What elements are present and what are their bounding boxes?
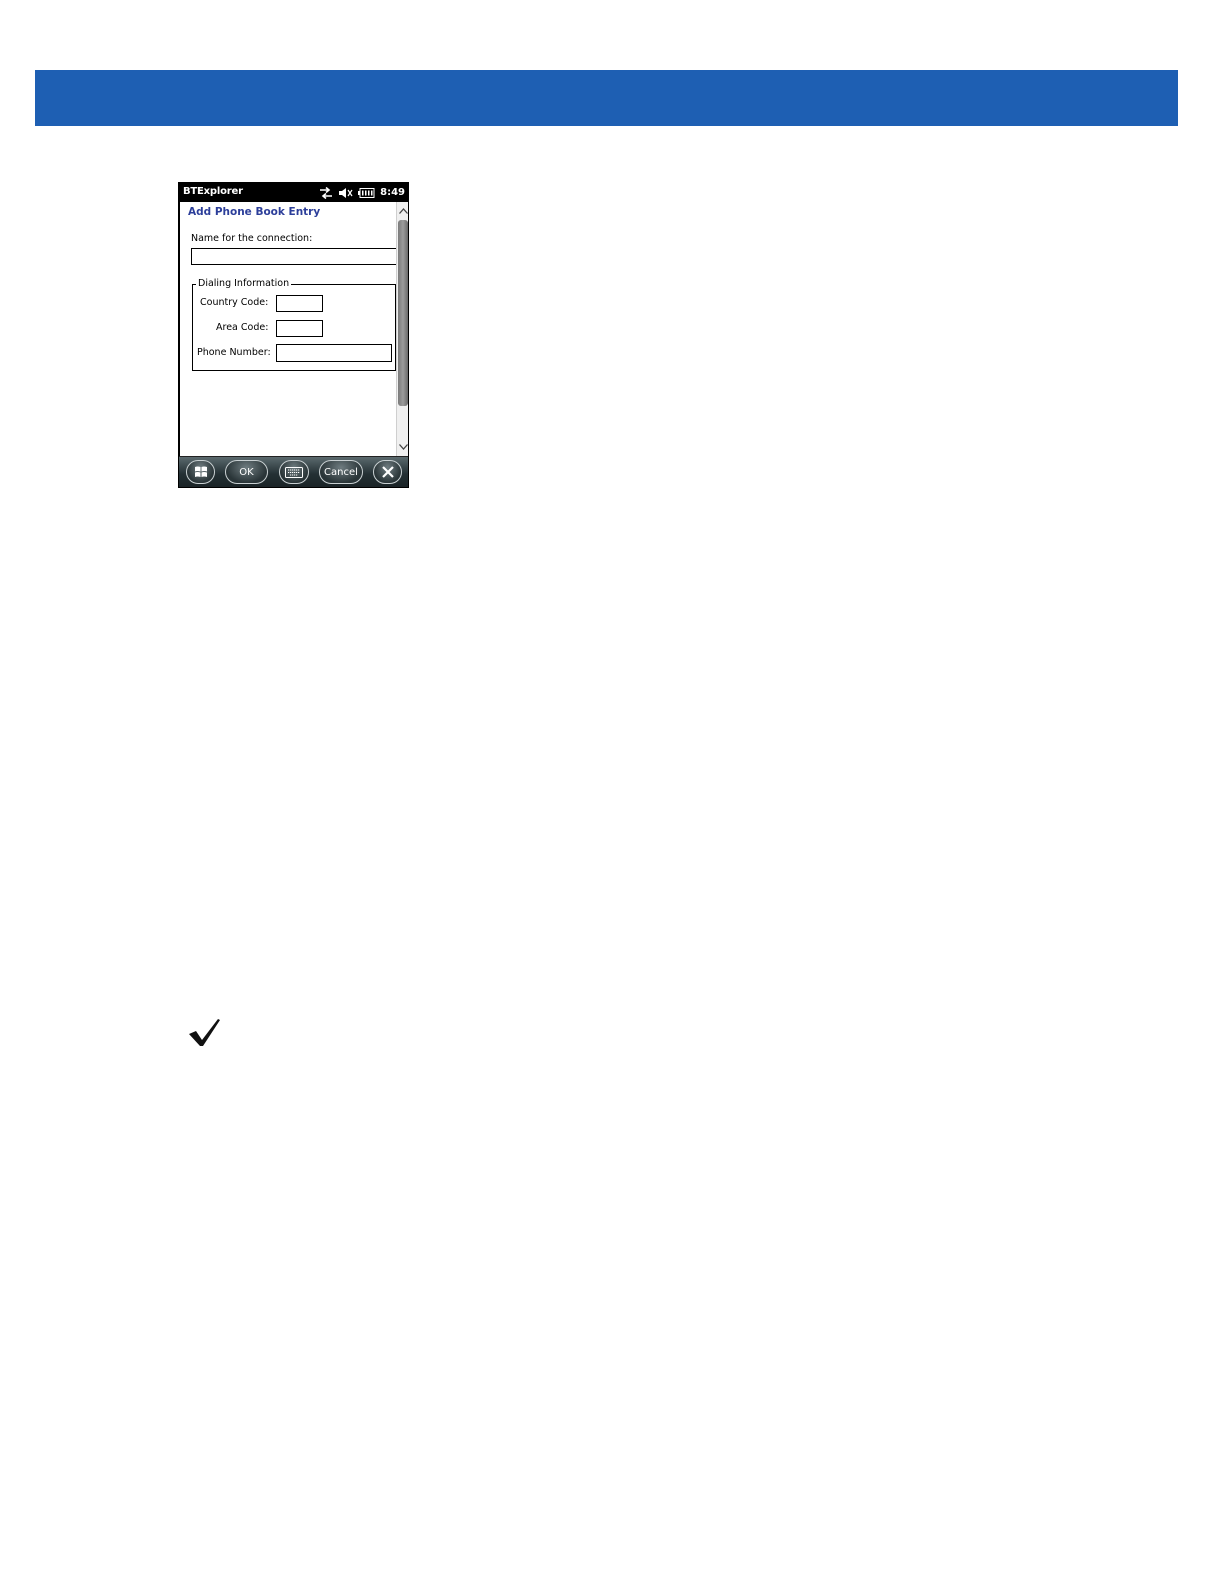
connection-name-input[interactable] [191,248,397,265]
device-screenshot: BTExplorer 8:49 Add Phone Book Entry Nam… [178,182,409,488]
area-code-label: Area Code: [216,322,269,333]
phone-number-input[interactable] [276,344,392,362]
scroll-up-arrow-icon[interactable] [397,204,408,218]
document-header-bar [35,70,1178,126]
close-icon [381,466,394,478]
page-title: Add Phone Book Entry [188,206,321,218]
close-button[interactable] [373,460,402,484]
taskbar: OK Cancel [179,456,408,487]
windows-start-icon [194,466,207,477]
status-bar: BTExplorer 8:49 [179,183,408,202]
country-code-label: Country Code: [200,297,269,308]
scroll-down-arrow-icon[interactable] [397,440,408,454]
cancel-button[interactable]: Cancel [319,460,363,484]
status-icons: 8:49 [319,185,405,200]
area-code-input[interactable] [276,320,323,337]
start-button[interactable] [186,460,215,484]
form-area: Add Phone Book Entry Name for the connec… [179,202,408,456]
checkmark-icon [189,1019,220,1046]
app-title: BTExplorer [183,186,243,197]
scroll-thumb[interactable] [398,220,408,406]
name-label: Name for the connection: [191,233,313,244]
keyboard-icon [285,466,303,478]
keyboard-button[interactable] [279,460,309,484]
speaker-muted-icon[interactable] [338,187,354,199]
sync-arrows-icon[interactable] [319,186,333,199]
ok-button[interactable]: OK [225,460,268,484]
battery-icon[interactable] [358,187,375,198]
vertical-scrollbar[interactable] [396,202,408,456]
group-title: Dialing Information [196,278,292,289]
country-code-input[interactable] [276,295,323,312]
phone-number-label: Phone Number: [197,347,271,358]
clock: 8:49 [380,187,405,198]
